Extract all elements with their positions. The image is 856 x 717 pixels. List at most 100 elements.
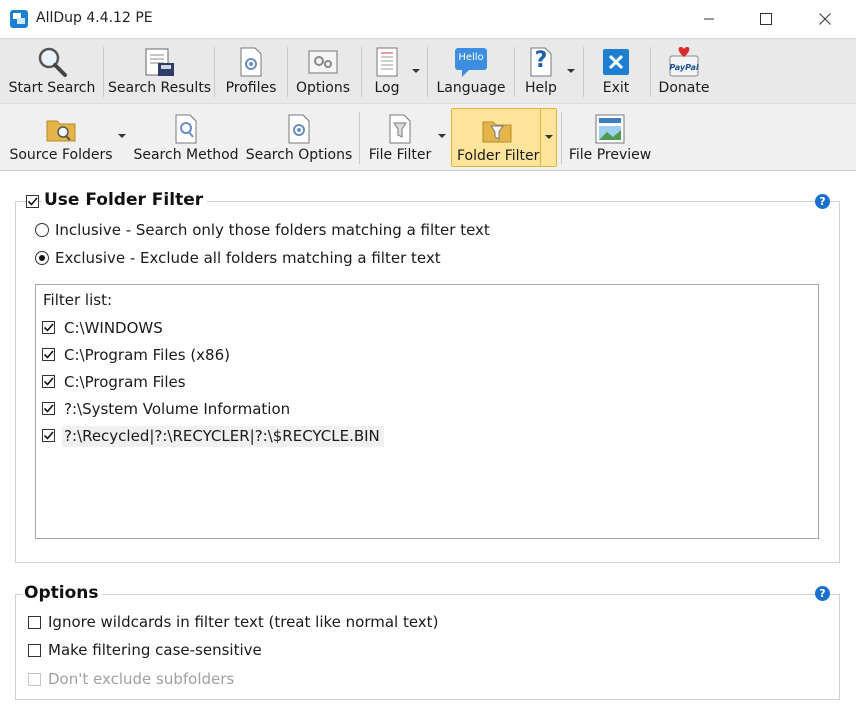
help-dropdown-icon[interactable] xyxy=(567,69,575,73)
options-title: Options xyxy=(22,583,103,603)
filter-item-text: ?:\Recycled|?:\RECYCLER|?:\$RECYCLE.BIN xyxy=(62,426,384,447)
filter-list-label: Filter list: xyxy=(43,291,113,309)
filter-item-text: C:\Program Files (x86) xyxy=(64,346,230,364)
filter-list[interactable]: Filter list: C:\WINDOWS C:\Program Files… xyxy=(35,284,819,539)
toolbar-separator xyxy=(427,47,428,97)
maximize-icon xyxy=(760,13,772,25)
filter-item-text: ?:\System Volume Information xyxy=(64,400,291,418)
log-label: Log xyxy=(374,80,400,96)
dont-exclude-subfolders-label: Don't exclude subfolders xyxy=(48,670,235,688)
toolbar-separator xyxy=(514,47,515,97)
ignore-wildcards-label: Ignore wildcards in filter text (treat l… xyxy=(48,613,439,631)
app-icon xyxy=(10,10,28,28)
source-folders-button[interactable]: Source Folders xyxy=(6,104,116,170)
inclusive-label: Inclusive - Search only those folders ma… xyxy=(55,221,490,239)
log-dropdown-icon[interactable] xyxy=(412,69,420,73)
checkmark-icon xyxy=(43,431,54,440)
filter-item-checkbox[interactable] xyxy=(42,348,55,361)
file-preview-button[interactable]: File Preview xyxy=(566,104,654,170)
search-options-button[interactable]: Search Options xyxy=(244,104,354,170)
search-results-label: Search Results xyxy=(108,80,212,96)
help-circle-icon[interactable]: ? xyxy=(815,194,830,209)
profiles-button[interactable]: Profiles xyxy=(219,39,283,103)
filter-item-checkbox[interactable] xyxy=(42,321,55,334)
search-method-button[interactable]: Search Method xyxy=(132,104,240,170)
magnifier-icon xyxy=(38,47,67,77)
checkmark-icon xyxy=(27,197,38,206)
language-badge-text: Hello xyxy=(458,52,484,63)
options-button[interactable]: Options xyxy=(291,39,355,103)
help-circle-icon[interactable]: ? xyxy=(815,586,830,601)
toolbar-separator xyxy=(287,47,288,97)
close-button[interactable] xyxy=(802,0,848,38)
toolbar-separator xyxy=(103,47,104,97)
exclusive-radio[interactable] xyxy=(35,251,49,265)
help-glyph: ? xyxy=(534,48,548,73)
log-button[interactable]: Log xyxy=(366,39,408,103)
source-folders-dropdown-icon[interactable] xyxy=(118,134,126,138)
file-filter-label: File Filter xyxy=(368,147,432,163)
toolbar-separator xyxy=(214,47,215,97)
checkmark-icon xyxy=(43,323,54,332)
file-preview-label: File Preview xyxy=(568,147,652,163)
case-sensitive-label: Make filtering case-sensitive xyxy=(48,641,262,659)
window-title: AllDup 4.4.12 PE xyxy=(36,10,153,26)
search-options-label: Search Options xyxy=(245,147,353,163)
start-search-button[interactable]: Start Search xyxy=(6,39,98,103)
dont-exclude-subfolders-checkbox xyxy=(28,673,41,686)
use-folder-filter-checkbox[interactable] xyxy=(26,195,39,208)
search-method-label: Search Method xyxy=(133,147,239,163)
search-results-button[interactable]: Search Results xyxy=(108,39,212,103)
toolbar-separator xyxy=(361,47,362,97)
exit-icon xyxy=(603,49,629,75)
filter-item-checkbox[interactable] xyxy=(42,402,55,415)
filter-item-text: C:\WINDOWS xyxy=(64,319,163,337)
options-label: Options xyxy=(295,80,351,96)
search-results-icon xyxy=(145,48,174,76)
file-preview-icon xyxy=(595,114,625,144)
options-icon xyxy=(308,50,338,74)
minimize-icon xyxy=(704,18,714,20)
start-search-label: Start Search xyxy=(8,80,96,96)
profiles-label: Profiles xyxy=(225,80,277,96)
file-filter-dropdown-icon[interactable] xyxy=(438,134,446,138)
radio-selected-dot xyxy=(39,255,45,261)
search-method-icon xyxy=(175,114,197,144)
filter-item-text: C:\Program Files xyxy=(64,373,186,391)
maximize-button[interactable] xyxy=(743,0,789,38)
main-toolbar: Start Search Search Results Profiles Opt… xyxy=(0,38,856,103)
folder-filter-button[interactable]: Folder Filter xyxy=(451,108,557,167)
help-button[interactable]: ? Help xyxy=(518,39,564,103)
file-filter-button[interactable]: File Filter xyxy=(364,104,436,170)
checkmark-icon xyxy=(43,377,54,386)
log-icon xyxy=(376,47,398,77)
profiles-icon xyxy=(240,47,262,77)
folder-search-icon xyxy=(46,120,76,142)
close-icon xyxy=(819,13,831,25)
minimize-button[interactable] xyxy=(686,0,732,38)
toolbar-separator xyxy=(650,47,651,97)
language-button[interactable]: Hello Language xyxy=(432,39,510,103)
inclusive-radio[interactable] xyxy=(35,223,49,237)
checkmark-icon xyxy=(43,350,54,359)
settings-toolbar: Source Folders Search Method Search Opti… xyxy=(0,103,856,171)
filter-item-checkbox[interactable] xyxy=(42,375,55,388)
source-folders-label: Source Folders xyxy=(9,147,113,163)
ignore-wildcards-checkbox[interactable] xyxy=(28,616,41,629)
folder-filter-icon xyxy=(482,121,512,143)
exit-button[interactable]: Exit xyxy=(590,39,642,103)
case-sensitive-checkbox[interactable] xyxy=(28,644,41,657)
exclusive-label: Exclusive - Exclude all folders matching… xyxy=(55,249,441,267)
filter-item-checkbox[interactable] xyxy=(42,429,55,442)
toolbar-separator xyxy=(359,112,360,164)
use-folder-filter-title: Use Folder Filter xyxy=(42,190,208,210)
search-options-icon xyxy=(288,114,310,144)
donate-button[interactable]: PayPal Donate xyxy=(654,39,714,103)
toolbar-separator xyxy=(583,47,584,97)
toolbar-separator xyxy=(561,112,562,164)
folder-filter-dropdown-icon[interactable] xyxy=(545,135,553,139)
paypal-badge-text: PayPal xyxy=(669,63,699,72)
file-filter-icon xyxy=(389,114,411,144)
help-label: Help xyxy=(525,80,557,96)
language-label: Language xyxy=(436,80,506,96)
